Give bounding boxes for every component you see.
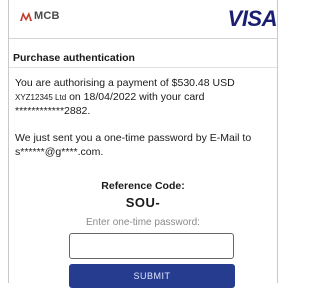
reference-code-label: Reference Code: xyxy=(101,180,185,192)
merchant-date-line: XYZ12345 Ltd on 18/04/2022 with your car… xyxy=(15,91,205,103)
header: MCB VISA xyxy=(9,0,278,39)
otp-label: Enter one-time password: xyxy=(86,217,200,228)
mcb-logo: MCB xyxy=(19,10,60,22)
reference-code-value: SOU- xyxy=(125,195,161,210)
payment-text: You are authorising a payment of $530.48… xyxy=(15,77,235,89)
masked-email: s******@g****.com. xyxy=(15,146,104,158)
visa-logo: VISA xyxy=(227,6,278,31)
title-divider xyxy=(9,67,277,68)
masked-card-number: ************2882. xyxy=(15,105,91,117)
mcb-logo-text: MCB xyxy=(34,10,60,22)
submit-button[interactable]: SUBMIT xyxy=(69,264,235,288)
authentication-frame: MCB VISA Purchase authentication You are… xyxy=(8,0,278,288)
date-text: on 18/04/2022 with your card xyxy=(66,91,205,103)
page-title: Purchase authentication xyxy=(13,52,135,64)
otp-sent-text: We just sent you a one-time password by … xyxy=(15,132,252,144)
merchant-name: XYZ12345 Ltd xyxy=(15,93,67,102)
mcb-emblem-icon xyxy=(20,12,32,21)
otp-input[interactable] xyxy=(69,233,234,259)
